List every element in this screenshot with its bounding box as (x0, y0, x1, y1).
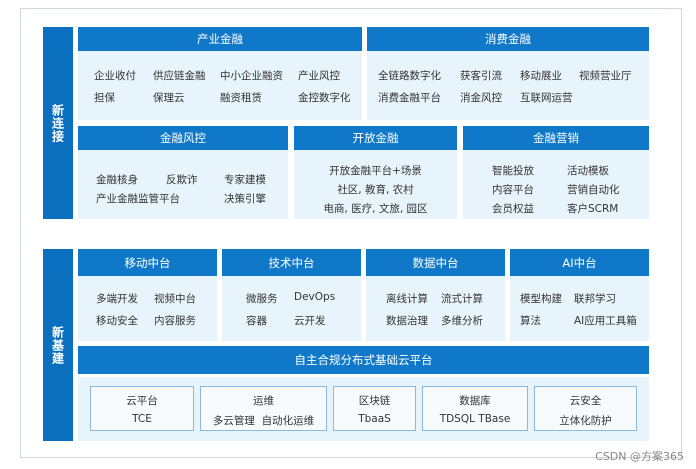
line: 社区, 教育, 农村 (337, 184, 414, 196)
mobile-middle-platform-panel: 移动中台 多端开发 视频中台 移动安全 内容服务 (78, 249, 217, 341)
item: 营销自动化 (567, 184, 620, 196)
item: 企业收付 (94, 70, 136, 82)
box-title: 运维 (253, 395, 274, 407)
mobile-title: 移动中台 (78, 249, 217, 276)
item: 云开发 (294, 315, 326, 327)
item: 供应链金融 (153, 70, 206, 82)
item: 互联网运营 (520, 92, 573, 104)
ai-title: AI中台 (510, 249, 649, 276)
open-finance-title: 开放金融 (294, 126, 457, 150)
ai-middle-platform-panel: AI中台 模型构建 联邦学习 算法 AI应用工具箱 (510, 249, 649, 341)
risk-control-panel: 金融风控 金融核身 反欺诈 专家建模 产业金融监管平台 决策引擎 (78, 126, 288, 219)
item: 内容平台 (492, 184, 534, 196)
item: 视频中台 (154, 293, 196, 305)
box-line: TbaaS (358, 413, 391, 425)
item: 多端开发 (96, 293, 138, 305)
item: DevOps (294, 291, 336, 303)
blockchain-box: 区块链 TbaaS (333, 386, 416, 431)
box-line: 多云管理 自动化运维 (212, 415, 315, 427)
risk-control-title: 金融风控 (78, 126, 288, 150)
line: 电商, 医疗, 文旅, 园区 (323, 203, 428, 215)
item: 产业风控 (298, 70, 340, 82)
item: 模型构建 (520, 293, 562, 305)
database-box: 数据库 TDSQL TBase (422, 386, 528, 431)
item: 内容服务 (154, 315, 196, 327)
new-infrastructure-label: 新基建 (43, 249, 73, 441)
ops-box: 运维 多云管理 自动化运维 (200, 386, 327, 431)
item: 客户SCRM (567, 203, 619, 215)
consumer-finance-panel: 消费金融 全链路数字化 获客引流 移动展业 视频营业厅 消费金融平台 消金风控 … (367, 27, 649, 120)
item: 数据治理 (386, 315, 428, 327)
item: 决策引擎 (224, 193, 266, 205)
item: 专家建模 (224, 174, 266, 186)
consumer-finance-title: 消费金融 (367, 27, 649, 51)
item: 离线计算 (386, 293, 428, 305)
open-finance-panel: 开放金融 开放金融平台+场景 社区, 教育, 农村 电商, 医疗, 文旅, 园区 (294, 126, 457, 219)
tech-middle-platform-panel: 技术中台 微服务 DevOps 容器 云开发 (222, 249, 361, 341)
item: 移动安全 (96, 315, 138, 327)
tech-title: 技术中台 (222, 249, 361, 276)
item: 流式计算 (441, 293, 483, 305)
item: 保理云 (153, 92, 185, 104)
item: 金融核身 (96, 174, 138, 186)
cloud-platform-box: 云平台 TCE (90, 386, 194, 431)
item: 融资租赁 (220, 92, 262, 104)
cloud-platform-bar: 自主合规分布式基础云平台 (78, 346, 649, 374)
watermark: CSDN @方案365 (595, 450, 684, 463)
item: 联邦学习 (574, 293, 616, 305)
item: 金控数字化 (298, 92, 351, 104)
box-title: 云平台 (126, 395, 158, 407)
cloud-components-area: 云平台 TCE 运维 多云管理 自动化运维 区块链 TbaaS 数据库 TDSQ… (78, 377, 649, 441)
box-title: 区块链 (358, 395, 391, 407)
cloud-security-box: 云安全 立体化防护 (534, 386, 637, 431)
item: 担保 (94, 92, 115, 104)
box-title: 云安全 (569, 395, 602, 407)
box-title: 数据库 (459, 395, 491, 407)
item: 视频营业厅 (579, 70, 632, 82)
item: 智能投放 (492, 165, 534, 177)
item: 多维分析 (441, 315, 483, 327)
data-title: 数据中台 (366, 249, 505, 276)
data-middle-platform-panel: 数据中台 离线计算 流式计算 数据治理 多维分析 (366, 249, 505, 341)
item: 消费金融平台 (378, 92, 441, 104)
item: AI应用工具箱 (574, 315, 637, 327)
item: 获客引流 (460, 70, 502, 82)
item: 算法 (520, 315, 541, 327)
item: 容器 (246, 315, 267, 327)
item: 中小企业融资 (220, 70, 283, 82)
box-line: TDSQL TBase (439, 413, 511, 425)
item: 产业金融监管平台 (96, 193, 180, 205)
new-connection-label: 新连接 (43, 27, 73, 219)
item: 微服务 (246, 293, 278, 305)
box-line: TCE (132, 413, 152, 425)
item: 会员权益 (492, 203, 534, 215)
item: 消金风控 (460, 92, 502, 104)
item: 活动模板 (567, 165, 609, 177)
finance-marketing-panel: 金融营销 智能投放 活动模板 内容平台 营销自动化 会员权益 客户SCRM (463, 126, 649, 219)
finance-marketing-title: 金融营销 (463, 126, 649, 150)
item: 移动展业 (520, 70, 562, 82)
item: 全链路数字化 (378, 70, 441, 82)
box-line: 立体化防护 (559, 415, 612, 427)
industry-finance-title: 产业金融 (78, 27, 362, 51)
item: 反欺诈 (166, 174, 198, 186)
industry-finance-panel: 产业金融 企业收付 供应链金融 中小企业融资 产业风控 担保 保理云 融资租赁 … (78, 27, 362, 120)
line: 开放金融平台+场景 (329, 165, 422, 177)
